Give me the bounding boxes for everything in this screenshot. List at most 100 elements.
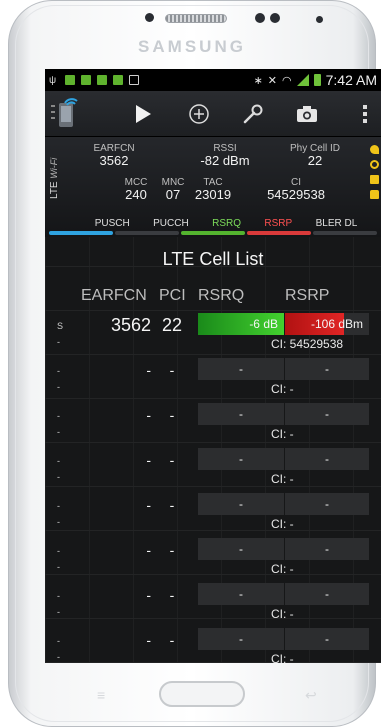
table-row[interactable]: - - - - - - CI: - (45, 626, 381, 663)
front-camera (145, 13, 154, 22)
screen: ψ ∗ ✕ ◠ 7:42 AM EARFCN 3562 RSSI -82 dBm… (45, 69, 381, 663)
tab-rsrp[interactable]: RSRP (262, 218, 294, 229)
earfcn-value: 3562 (99, 153, 129, 168)
tab-bler-dl[interactable]: BLER DL (314, 218, 360, 229)
cell-ci: CI: - (271, 517, 294, 531)
status-bar: ψ ∗ ✕ ◠ 7:42 AM (45, 69, 381, 91)
cell-rsrq: - (198, 538, 284, 560)
cell-earfcn: 3562 (110, 315, 151, 335)
calendar-icon (129, 75, 139, 85)
overflow-menu-button[interactable] (355, 94, 375, 134)
table-row[interactable]: - - - - - - CI: - (45, 536, 381, 581)
cell-ci: CI: - (271, 382, 294, 396)
cell-rsrq: - (198, 583, 284, 605)
header-rsrp: RSRP (285, 287, 330, 304)
cell-ci: CI: 54529538 (271, 337, 344, 351)
record-icon (370, 160, 379, 169)
tac-value: 23019 (194, 187, 232, 202)
cell-rsrq: - (198, 358, 284, 380)
cell-earfcn: - (146, 497, 151, 513)
signal-icon (296, 74, 309, 86)
rssi-info: RSSI -82 dBm (185, 143, 265, 168)
cell-pci: 22 (161, 315, 183, 335)
side-indicator-icons (370, 145, 379, 199)
serving-cell-panel: EARFCN 3562 RSSI -82 dBm Phy Cell ID 22 … (45, 137, 381, 237)
phy-cell-id-value: 22 (307, 153, 323, 168)
notification-icon (81, 75, 91, 85)
sensor-dot-2 (270, 13, 280, 23)
brand-logo: SAMSUNG (138, 37, 246, 56)
table-row[interactable]: - - - - - - CI: - (45, 356, 381, 401)
phone-body: SAMSUNG ψ ∗ ✕ ◠ 7:42 AM EARFCN 3562 RSSI… (8, 0, 381, 727)
cell-rows: S 3562 22 -6 dB -106 dBm - CI: 54529538- - - - - - C… (45, 311, 381, 663)
mute-icon: ✕ (267, 74, 278, 87)
header-rsrq: RSRQ (198, 287, 245, 304)
cell-rsrp: - (285, 493, 369, 515)
row-marker: - (57, 456, 60, 466)
cell-earfcn: - (146, 362, 151, 378)
row-separator: - (57, 472, 60, 482)
tac-info: TAC 23019 (191, 177, 235, 202)
cell-rsrp: - (285, 358, 369, 380)
action-bar (45, 91, 381, 137)
mcc-value: 240 (125, 187, 147, 202)
table-row[interactable]: - - - - - - CI: - (45, 401, 381, 446)
add-icon (189, 103, 209, 124)
graph-tabs: PUSCH PUCCH RSRQ RSRP BLER DL (45, 218, 381, 229)
notification-icon (65, 75, 75, 85)
row-marker: - (57, 366, 60, 376)
screenshot-button[interactable] (285, 94, 329, 134)
cell-pci: - (169, 497, 175, 513)
row-marker: - (57, 411, 60, 421)
play-icon (136, 104, 151, 123)
cell-rsrq: -6 dB (198, 313, 284, 335)
cell-earfcn: - (146, 587, 151, 603)
clock: 7:42 AM (325, 72, 377, 88)
tab-rsrq[interactable]: RSRQ (210, 218, 243, 229)
menu-key[interactable]: ≡ (97, 687, 105, 703)
cell-pci: - (169, 587, 175, 603)
home-button[interactable] (159, 681, 245, 707)
lock-icon (370, 190, 379, 199)
cell-rsrp: - (285, 448, 369, 470)
cell-pci: - (169, 407, 175, 423)
network-type-label: LTE (49, 181, 60, 199)
cell-earfcn: - (146, 632, 151, 648)
cell-rsrp: - (285, 403, 369, 425)
table-row[interactable]: S 3562 22 -6 dB -106 dBm - CI: 54529538 (45, 311, 381, 356)
cell-rsrq: - (198, 403, 284, 425)
table-row[interactable]: - - - - - - CI: - (45, 491, 381, 536)
ci-info: CI 54529538 (251, 177, 341, 202)
tab-indicator (181, 231, 245, 235)
tab-pusch[interactable]: PUSCH (93, 218, 132, 229)
tab-indicator (49, 231, 113, 235)
table-row[interactable]: - - - - - - CI: - (45, 446, 381, 491)
notification-icon (97, 75, 107, 85)
settings-button[interactable] (231, 94, 275, 134)
cell-earfcn: - (146, 452, 151, 468)
row-marker: - (57, 591, 60, 601)
header-earfcn: EARFCN (81, 287, 147, 304)
ci-value: 54529538 (267, 187, 325, 202)
lte-cell-list[interactable]: LTE Cell List EARFCN PCI RSRQ RSRP S 3562… (45, 237, 381, 663)
row-separator: - (57, 517, 60, 527)
usb-icon: ψ (49, 75, 57, 86)
wifi-icon: ◠ (282, 74, 292, 87)
battery-icon (313, 74, 321, 86)
tab-pucch[interactable]: PUCCH (151, 218, 191, 229)
play-button[interactable] (121, 94, 165, 134)
cell-rsrp: -106 dBm (285, 313, 369, 335)
app-home-button[interactable] (51, 94, 91, 134)
app-signal-icon (51, 97, 78, 127)
cell-rsrp: - (285, 538, 369, 560)
mcc-info: MCC 240 (119, 177, 153, 202)
add-button[interactable] (177, 94, 221, 134)
row-marker: - (57, 546, 60, 556)
row-separator: - (57, 562, 60, 572)
back-key[interactable]: ↩ (305, 687, 317, 704)
wrench-icon (243, 104, 263, 123)
earpiece (165, 14, 227, 23)
cell-earfcn: - (146, 542, 151, 558)
cell-pci: - (169, 632, 175, 648)
table-row[interactable]: - - - - - - CI: - (45, 581, 381, 626)
